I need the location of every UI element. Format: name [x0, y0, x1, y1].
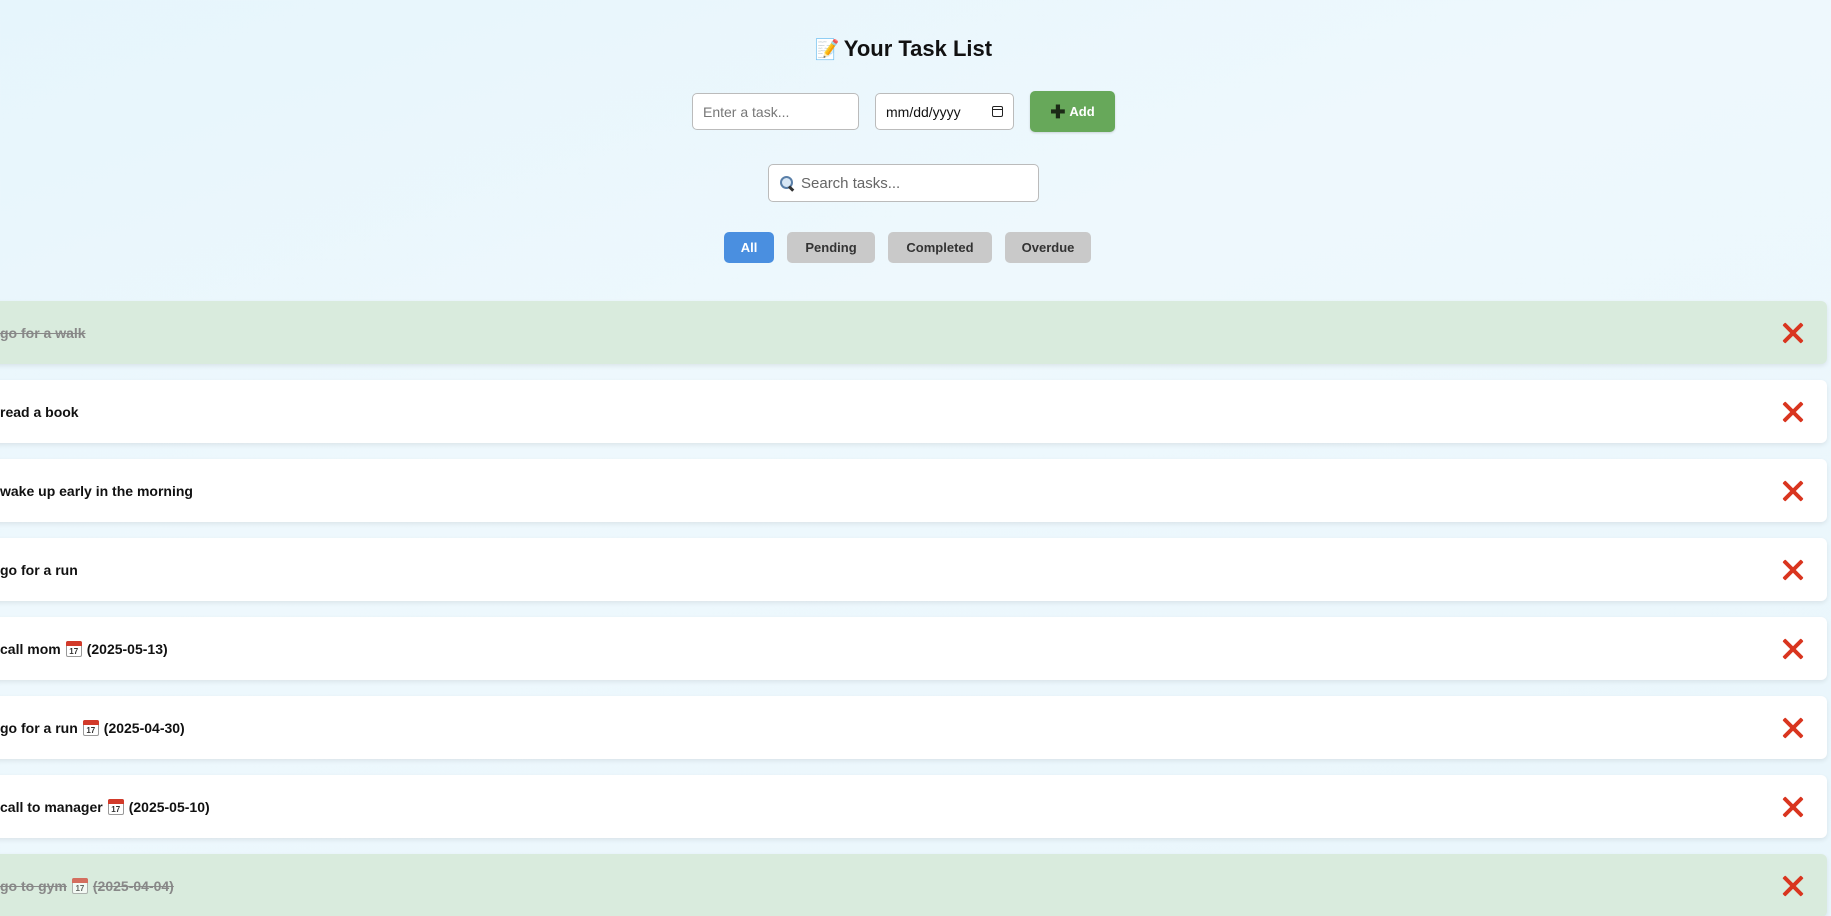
task-label: call to manager: [0, 798, 103, 815]
delete-task-button[interactable]: [1781, 716, 1805, 740]
delete-task-button[interactable]: [1781, 637, 1805, 661]
task-text: go for a run (2025-04-30): [0, 719, 185, 736]
filter-all-button[interactable]: All: [724, 232, 774, 263]
search-input[interactable]: [799, 173, 1023, 193]
delete-task-button[interactable]: [1781, 400, 1805, 424]
task-row[interactable]: call to manager (2025-05-10): [0, 775, 1827, 838]
task-label: read a book: [0, 403, 79, 420]
task-row[interactable]: read a book: [0, 380, 1827, 443]
calendar-icon: [107, 798, 124, 815]
task-row[interactable]: go for a walk: [0, 301, 1827, 364]
search-box[interactable]: [768, 164, 1039, 202]
task-label: go for a run: [0, 561, 78, 578]
search-icon: [779, 175, 795, 192]
calendar-icon: [82, 719, 99, 736]
delete-task-button[interactable]: [1781, 874, 1805, 898]
plus-icon: ✚: [1050, 101, 1066, 122]
task-row[interactable]: call mom (2025-05-13): [0, 617, 1827, 680]
add-button-label: Add: [1069, 104, 1095, 119]
delete-task-button[interactable]: [1781, 558, 1805, 582]
task-text: wake up early in the morning: [0, 483, 193, 499]
task-label: go to gym: [0, 877, 67, 894]
task-row[interactable]: wake up early in the morning: [0, 459, 1827, 522]
task-text: go for a walk: [0, 325, 86, 341]
task-list: go for a walk read a book wake up early …: [0, 301, 1827, 916]
page-title-text: Your Task List: [843, 36, 993, 61]
filter-pending-button[interactable]: Pending: [787, 232, 875, 263]
add-button[interactable]: ✚ Add: [1030, 91, 1115, 132]
task-input[interactable]: [692, 93, 859, 130]
delete-task-button[interactable]: [1781, 479, 1805, 503]
task-row[interactable]: go to gym (2025-04-04): [0, 854, 1827, 916]
task-due-date: (2025-05-10): [128, 798, 210, 815]
calendar-icon: [65, 640, 82, 657]
task-text: read a book: [0, 404, 79, 420]
delete-task-button[interactable]: [1781, 795, 1805, 819]
filter-overdue-button[interactable]: Overdue: [1005, 232, 1091, 263]
task-label: call mom: [0, 640, 61, 657]
add-task-form: mm/dd/yyyy ✚ Add: [692, 91, 1115, 132]
task-text: go for a run: [0, 562, 78, 578]
task-label: go for a run: [0, 719, 78, 736]
delete-task-button[interactable]: [1781, 321, 1805, 345]
memo-icon: 📝: [814, 39, 840, 61]
calendar-icon: [71, 877, 88, 894]
page-title: 📝 Your Task List: [0, 36, 1807, 62]
date-placeholder: mm/dd/yyyy: [886, 103, 961, 120]
task-label: go for a walk: [0, 324, 86, 341]
task-row[interactable]: go for a run: [0, 538, 1827, 601]
task-text: call mom (2025-05-13): [0, 640, 168, 657]
task-due-date: (2025-04-04): [92, 877, 174, 894]
task-due-date: (2025-05-13): [86, 640, 168, 657]
task-text: call to manager (2025-05-10): [0, 798, 210, 815]
calendar-icon[interactable]: [992, 106, 1003, 117]
filter-completed-button[interactable]: Completed: [888, 232, 992, 263]
task-row[interactable]: go for a run (2025-04-30): [0, 696, 1827, 759]
filter-bar: All Pending Completed Overdue: [724, 232, 1104, 263]
task-due-date: (2025-04-30): [103, 719, 185, 736]
task-text: go to gym (2025-04-04): [0, 877, 174, 894]
due-date-input[interactable]: mm/dd/yyyy: [875, 93, 1014, 130]
task-label: wake up early in the morning: [0, 482, 193, 499]
